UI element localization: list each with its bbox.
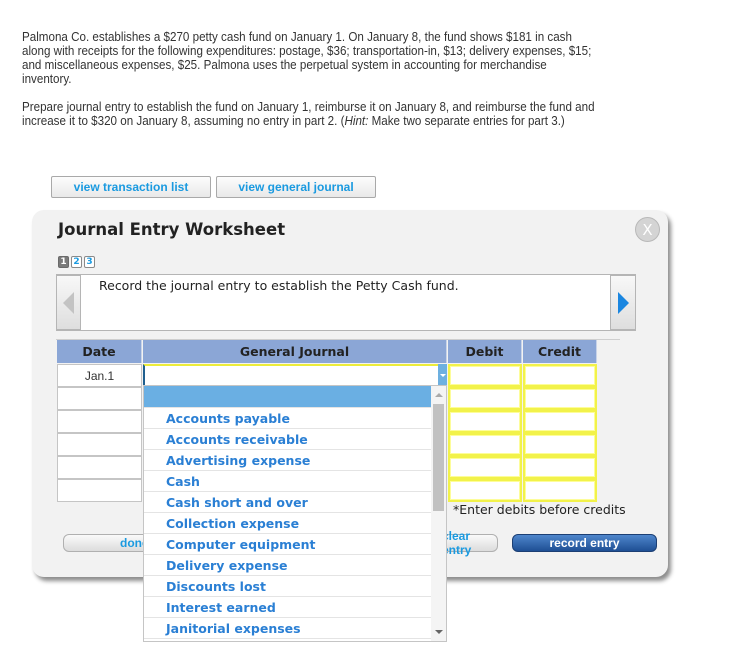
clear-entry-button[interactable]: clear entry: [442, 529, 497, 557]
column-header-debit: Debit: [448, 340, 522, 363]
credit-input[interactable]: [523, 387, 597, 410]
left-arrow-icon: [63, 291, 74, 314]
debit-input[interactable]: [448, 479, 522, 502]
close-icon[interactable]: X: [635, 217, 660, 242]
date-cell[interactable]: [57, 433, 142, 456]
debit-input[interactable]: [448, 433, 522, 456]
instruction-text: Record the journal entry to establish th…: [99, 278, 459, 293]
view-general-journal-button[interactable]: view general journal: [216, 176, 376, 198]
dropdown-option[interactable]: Delivery expense: [144, 555, 432, 576]
dropdown-option[interactable]: Janitorial expenses: [144, 618, 432, 639]
dropdown-option[interactable]: Cash: [144, 471, 432, 492]
date-cell[interactable]: [57, 387, 142, 410]
date-cell[interactable]: [57, 456, 142, 479]
page-3-button[interactable]: 3: [84, 256, 95, 268]
record-entry-button[interactable]: record entry: [512, 534, 657, 552]
problem-paragraph-2: Prepare journal entry to establish the f…: [22, 100, 599, 128]
dropdown-option[interactable]: Computer equipment: [144, 534, 432, 555]
dropdown-option[interactable]: Discounts lost: [144, 576, 432, 597]
next-button[interactable]: [610, 275, 636, 330]
dropdown-option[interactable]: Accounts payable: [144, 408, 432, 429]
scroll-down-icon[interactable]: [435, 630, 443, 634]
credit-input[interactable]: [523, 479, 597, 502]
problem-statement: Palmona Co. establishes a $270 petty cas…: [22, 30, 599, 142]
credit-input[interactable]: [523, 410, 597, 433]
date-cell[interactable]: Jan.1: [57, 364, 142, 387]
column-header-date: Date: [57, 340, 142, 363]
chevron-down-icon: [439, 374, 446, 377]
dropdown-option[interactable]: Interest earned: [144, 597, 432, 618]
right-arrow-icon: [617, 291, 629, 314]
view-transaction-list-button[interactable]: view transaction list: [51, 176, 211, 198]
dropdown-option[interactable]: Advertising expense: [144, 450, 432, 471]
dropdown-option[interactable]: Collection expense: [144, 513, 432, 534]
credit-input[interactable]: [523, 433, 597, 456]
dropdown-option[interactable]: [144, 386, 432, 408]
instruction-box: Record the journal entry to establish th…: [56, 274, 636, 331]
debit-input[interactable]: [448, 410, 522, 433]
debit-input[interactable]: [448, 387, 522, 410]
hint-label: Hint:: [344, 114, 369, 128]
dropdown-option[interactable]: Accounts receivable: [144, 429, 432, 450]
dropdown-option[interactable]: Cash short and over: [144, 492, 432, 513]
date-cell[interactable]: [57, 410, 142, 433]
dropdown-scrollbar[interactable]: [431, 386, 446, 641]
worksheet-title: Journal Entry Worksheet: [58, 220, 286, 239]
credit-input[interactable]: [523, 456, 597, 479]
hint-text: Make two separate entries for part 3.): [368, 114, 565, 128]
page-2-button[interactable]: 2: [71, 256, 82, 268]
scroll-thumb[interactable]: [433, 404, 444, 511]
credit-input[interactable]: [523, 364, 597, 387]
column-header-general-journal: General Journal: [143, 340, 447, 363]
account-dropdown-list[interactable]: Accounts payable Accounts receivable Adv…: [143, 385, 447, 642]
dropdown-options: Accounts payable Accounts receivable Adv…: [144, 386, 432, 639]
account-select[interactable]: [143, 364, 447, 387]
debit-input[interactable]: [448, 456, 522, 479]
dropdown-toggle[interactable]: [438, 364, 447, 387]
date-cell[interactable]: [57, 479, 142, 502]
page-selector: 1 2 3: [58, 256, 95, 268]
scroll-up-icon[interactable]: [435, 393, 443, 397]
previous-button[interactable]: [56, 275, 81, 330]
debits-note: *Enter debits before credits: [453, 502, 626, 517]
debit-input[interactable]: [448, 364, 522, 387]
column-header-credit: Credit: [523, 340, 597, 363]
page-1-button[interactable]: 1: [58, 256, 69, 268]
problem-paragraph-1: Palmona Co. establishes a $270 petty cas…: [22, 30, 592, 86]
